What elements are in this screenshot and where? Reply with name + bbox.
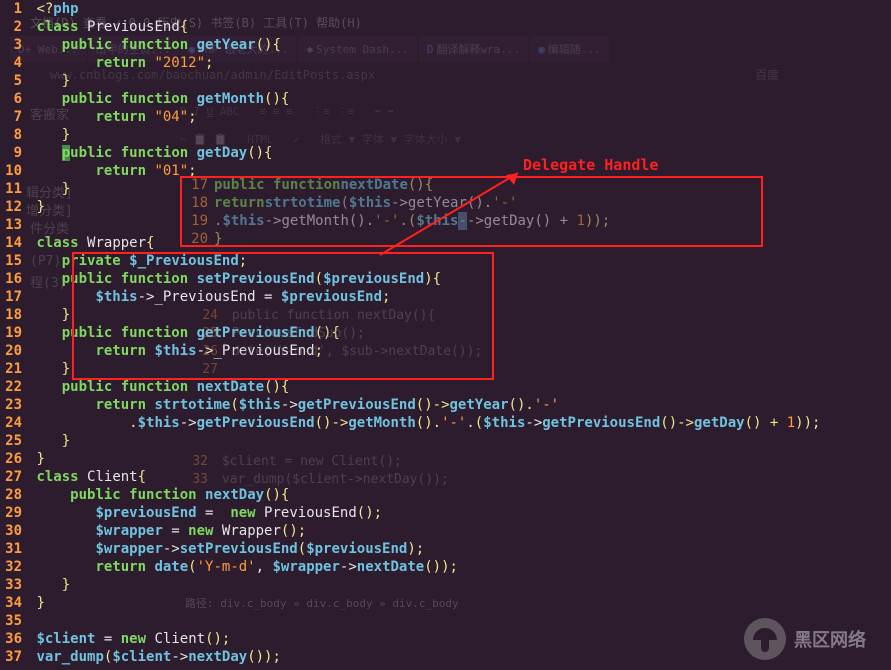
ghost-code: 27 <box>196 362 224 377</box>
overlay-code: 17 public function nextDate(){ 18 return… <box>186 176 610 248</box>
mushroom-icon <box>744 618 786 660</box>
ghost-code: 26 date('Y-m-d', $sub->nextDate()); <box>196 344 482 359</box>
breadcrumb: 路径: div.c_body » div.c_body » div.c_body <box>185 595 459 611</box>
cursor-highlight: p <box>62 145 70 161</box>
ghost-code: 33 var_dump($client->nextDay()); <box>186 472 449 487</box>
ghost-code: 25 PreviousEndSub(); <box>196 326 365 341</box>
watermark: 黑区网络 <box>744 618 866 660</box>
php-open-tag: <? <box>36 1 53 17</box>
ghost-code: 32 $client = new Client(); <box>186 454 402 469</box>
delegate-label: Delegate Handle <box>523 156 658 174</box>
code-editor[interactable]: 1 <?php 2 class PreviousEnd{ 3 public fu… <box>0 0 891 670</box>
ghost-code: 24 public function nextDay(){ <box>196 308 435 323</box>
